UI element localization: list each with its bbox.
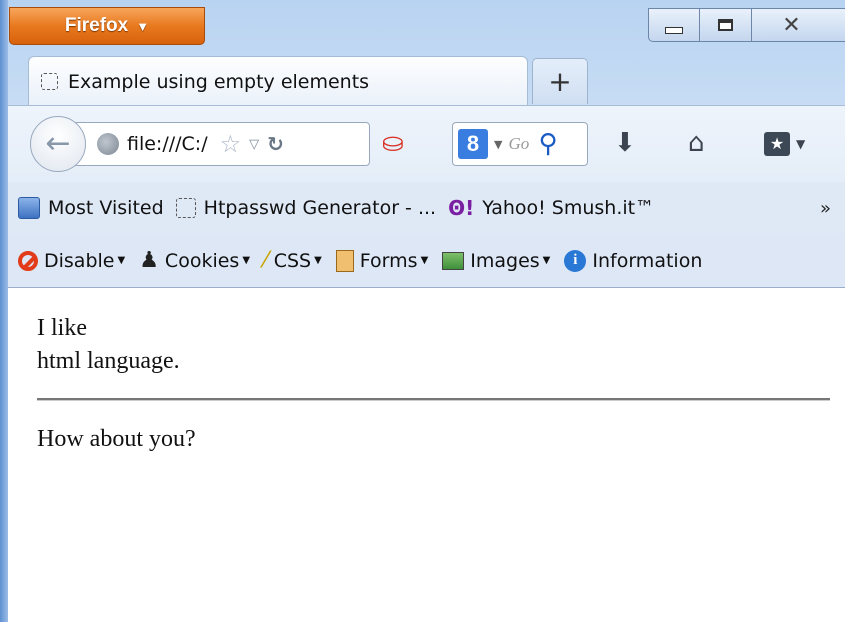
devtools-images-menu[interactable]: Images ▼ bbox=[442, 250, 550, 272]
bookmarks-toolbar: Most Visited Htpasswd Generator - ... Ꙩ!… bbox=[8, 182, 845, 234]
text-line-2: html language. bbox=[37, 348, 180, 374]
maximize-icon bbox=[718, 19, 733, 31]
minimize-icon bbox=[665, 26, 683, 34]
bookmark-yahoo-smushit[interactable]: Ꙩ! Yahoo! Smush.it™ bbox=[448, 196, 654, 220]
maximize-button[interactable] bbox=[700, 8, 752, 42]
chevron-down-icon: ▼ bbox=[136, 18, 150, 34]
information-icon: i bbox=[564, 249, 587, 272]
history-dropdown-icon[interactable]: ▽ bbox=[249, 137, 259, 152]
devtools-css-menu[interactable]: ⁄ CSS ▼ bbox=[264, 248, 322, 273]
page-icon bbox=[175, 198, 196, 218]
bookmarks-menu-button[interactable]: ★ ▼ bbox=[764, 128, 805, 159]
bookmark-label: Htpasswd Generator - ... bbox=[203, 197, 437, 219]
devtools-label: Cookies bbox=[164, 249, 240, 272]
bookmark-most-visited[interactable]: Most Visited bbox=[18, 197, 164, 219]
close-button[interactable]: ✕ bbox=[752, 8, 845, 42]
home-icon[interactable]: ⌂ bbox=[688, 128, 705, 158]
chevron-down-icon: ▼ bbox=[420, 255, 429, 266]
chevron-down-icon: ▼ bbox=[796, 136, 806, 151]
search-icon[interactable]: ⚲ bbox=[538, 131, 557, 157]
cookies-icon: ♟ bbox=[139, 248, 159, 273]
devtools-information-menu[interactable]: i Information bbox=[564, 249, 703, 272]
plus-icon: + bbox=[548, 65, 572, 98]
url-bar[interactable]: file:///C:/ ☆ ▽ ↻ bbox=[72, 122, 370, 166]
window-left-edge bbox=[0, 0, 8, 622]
close-icon: ✕ bbox=[782, 12, 801, 38]
devtools-label: Images bbox=[470, 249, 540, 272]
chevron-down-icon: ▼ bbox=[117, 255, 126, 266]
chevron-down-icon: ▼ bbox=[242, 255, 251, 266]
tab-active[interactable]: Example using empty elements bbox=[28, 56, 528, 106]
devtools-disable-menu[interactable]: Disable ▼ bbox=[18, 250, 125, 272]
text-line-1: I like bbox=[37, 315, 87, 341]
back-arrow-icon: ← bbox=[45, 126, 71, 161]
devtools-forms-menu[interactable]: Forms ▼ bbox=[335, 249, 429, 272]
devtools-label: Forms bbox=[359, 249, 418, 272]
devtools-label: Disable bbox=[44, 249, 115, 272]
search-input[interactable]: Go bbox=[508, 134, 532, 154]
bookmark-label: Yahoo! Smush.it™ bbox=[482, 197, 655, 219]
text-line-3: How about you? bbox=[37, 426, 196, 452]
page-icon bbox=[41, 73, 58, 90]
most-visited-icon bbox=[18, 197, 40, 219]
bookmark-star-icon[interactable]: ☆ bbox=[220, 130, 242, 158]
stamp-icon[interactable]: ⛀ bbox=[382, 128, 404, 158]
url-input[interactable]: file:///C:/ bbox=[127, 133, 208, 155]
devtools-label: Information bbox=[592, 249, 703, 272]
bookmark-label: Most Visited bbox=[48, 197, 164, 219]
reload-icon[interactable]: ↻ bbox=[267, 132, 284, 156]
chevron-down-icon: ▼ bbox=[494, 137, 503, 151]
devtools-label: CSS bbox=[273, 249, 312, 272]
forms-icon bbox=[335, 249, 354, 272]
devtools-cookies-menu[interactable]: ♟ Cookies ▼ bbox=[139, 248, 250, 273]
new-tab-button[interactable]: + bbox=[532, 58, 588, 104]
chevron-down-icon: ▼ bbox=[542, 255, 551, 266]
download-icon[interactable]: ⬇ bbox=[614, 128, 636, 158]
bookmark-htpasswd[interactable]: Htpasswd Generator - ... bbox=[175, 197, 437, 219]
images-icon bbox=[442, 251, 465, 270]
chevron-down-icon: ▼ bbox=[314, 255, 322, 266]
minimize-button[interactable] bbox=[648, 8, 700, 42]
css-icon: ⁄ bbox=[264, 248, 268, 273]
globe-icon bbox=[97, 133, 119, 155]
web-developer-toolbar: Disable ▼ ♟ Cookies ▼ ⁄ CSS ▼ Forms ▼ Images… bbox=[8, 234, 845, 288]
page-content: I like html language. How about you? bbox=[8, 288, 845, 622]
horizontal-rule bbox=[37, 398, 830, 401]
yahoo-icon: Ꙩ! bbox=[448, 196, 475, 220]
google-search-engine-icon[interactable]: 8 bbox=[458, 129, 488, 159]
disable-icon bbox=[18, 250, 38, 271]
search-box[interactable]: 8 ▼ Go ⚲ bbox=[452, 122, 588, 166]
back-button[interactable]: ← bbox=[30, 116, 86, 172]
browser-window: Firefox ▼ ✕ Example using empty elements… bbox=[0, 0, 845, 622]
bookmarks-overflow-button[interactable]: » bbox=[820, 198, 831, 219]
firefox-menu-button[interactable]: Firefox ▼ bbox=[9, 7, 205, 45]
bookmarks-icon: ★ bbox=[764, 131, 790, 156]
paragraph-first: I like html language. bbox=[37, 312, 180, 378]
firefox-menu-label: Firefox bbox=[64, 15, 129, 36]
tab-title: Example using empty elements bbox=[68, 70, 370, 93]
